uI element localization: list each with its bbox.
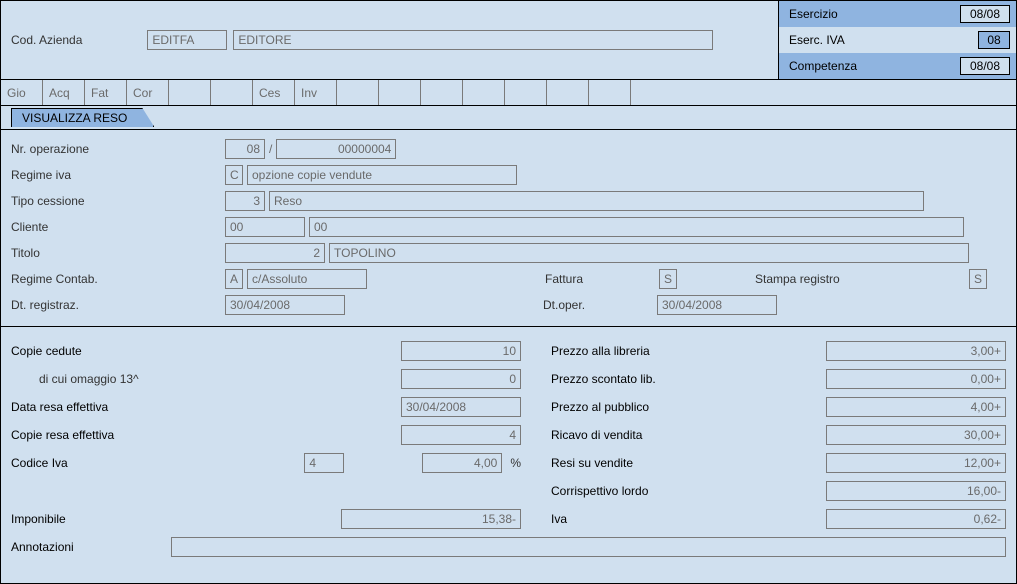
dt-reg-label: Dt. registraz.	[11, 298, 221, 312]
regime-contab-desc-input[interactable]: c/Assoluto	[247, 269, 367, 289]
regime-contab-code-input[interactable]: A	[225, 269, 243, 289]
page-tab-visualizza-reso[interactable]: VISUALIZZA RESO	[11, 108, 154, 127]
tab-empty-1[interactable]	[169, 80, 211, 105]
tab-empty-10[interactable]	[631, 80, 1016, 105]
imponibile-input[interactable]: 15,38-	[341, 509, 521, 529]
titolo-code-input[interactable]: 2	[225, 243, 325, 263]
tab-inv[interactable]: Inv	[295, 80, 337, 105]
regime-iva-desc-input[interactable]: opzione copie vendute	[247, 165, 517, 185]
dt-reg-input[interactable]: 30/04/2008	[225, 295, 345, 315]
annotazioni-label: Annotazioni	[11, 540, 171, 554]
nr-op-b-input[interactable]: 00000004	[276, 139, 396, 159]
prezzo-scontato-input[interactable]: 0,00+	[826, 369, 1006, 389]
eserc-iva-value[interactable]: 08	[978, 31, 1010, 49]
di-cui-omaggio-input[interactable]: 0	[401, 369, 521, 389]
tab-empty-5[interactable]	[421, 80, 463, 105]
nr-op-sep: /	[269, 142, 272, 156]
cliente-b-input[interactable]: 00	[309, 217, 964, 237]
tipo-cessione-desc-input[interactable]: Reso	[269, 191, 924, 211]
esercizio-label: Esercizio	[789, 7, 838, 21]
corrispettivo-lordo-input[interactable]: 16,00-	[826, 481, 1006, 501]
copie-cedute-input[interactable]: 10	[401, 341, 521, 361]
copie-cedute-label: Copie cedute	[11, 344, 291, 358]
regime-contab-label: Regime Contab.	[11, 272, 221, 286]
copie-resa-label: Copie resa effettiva	[11, 428, 291, 442]
titolo-label: Titolo	[11, 246, 221, 260]
stampa-registro-input[interactable]: S	[969, 269, 987, 289]
cliente-a-input[interactable]: 00	[225, 217, 305, 237]
prezzo-pubblico-label: Prezzo al pubblico	[551, 400, 761, 414]
prezzo-pubblico-input[interactable]: 4,00+	[826, 397, 1006, 417]
tab-empty-6[interactable]	[463, 80, 505, 105]
tab-empty-9[interactable]	[589, 80, 631, 105]
fattura-label: Fattura	[545, 272, 655, 286]
annotazioni-input[interactable]	[171, 537, 1006, 557]
dt-oper-input[interactable]: 30/04/2008	[657, 295, 777, 315]
data-resa-label: Data resa effettiva	[11, 400, 291, 414]
nr-op-a-input[interactable]: 08	[225, 139, 265, 159]
corrispettivo-lordo-label: Corrispettivo lordo	[551, 484, 761, 498]
codice-iva-pct-input[interactable]: 4,00	[422, 453, 502, 473]
tab-empty-8[interactable]	[547, 80, 589, 105]
prezzo-libreria-label: Prezzo alla libreria	[551, 344, 761, 358]
tab-gio[interactable]: Gio	[1, 80, 43, 105]
titolo-desc-input[interactable]: TOPOLINO	[329, 243, 969, 263]
ricavo-vendita-input[interactable]: 30,00+	[826, 425, 1006, 445]
tab-empty-3[interactable]	[337, 80, 379, 105]
ricavo-vendita-label: Ricavo di vendita	[551, 428, 761, 442]
iva-input[interactable]: 0,62-	[826, 509, 1006, 529]
data-resa-input[interactable]: 30/04/2008	[401, 397, 521, 417]
azienda-desc-input[interactable]: EDITORE	[233, 30, 713, 50]
tab-cor[interactable]: Cor	[127, 80, 169, 105]
regime-iva-label: Regime iva	[11, 168, 221, 182]
tab-empty-4[interactable]	[379, 80, 421, 105]
top-tabs: Gio Acq Fat Cor Ces Inv	[1, 80, 1016, 106]
cliente-label: Cliente	[11, 220, 221, 234]
competenza-value[interactable]: 08/08	[960, 57, 1010, 75]
prezzo-scontato-label: Prezzo scontato lib.	[551, 372, 761, 386]
pct-suffix: %	[510, 456, 521, 470]
tipo-cessione-label: Tipo cessione	[11, 194, 221, 208]
iva-label: Iva	[551, 512, 761, 526]
regime-iva-code-input[interactable]: C	[225, 165, 243, 185]
resi-su-vendite-label: Resi su vendite	[551, 456, 761, 470]
tipo-cessione-code-input[interactable]: 3	[225, 191, 265, 211]
cod-azienda-input[interactable]: EDITFA	[147, 30, 227, 50]
esercizio-value[interactable]: 08/08	[960, 5, 1010, 23]
codice-iva-label: Codice Iva	[11, 456, 291, 470]
codice-iva-code-input[interactable]: 4	[304, 453, 344, 473]
prezzo-libreria-input[interactable]: 3,00+	[826, 341, 1006, 361]
competenza-label: Competenza	[789, 59, 857, 73]
stampa-registro-label: Stampa registro	[755, 272, 965, 286]
nr-operazione-label: Nr. operazione	[11, 142, 221, 156]
tab-ces[interactable]: Ces	[253, 80, 295, 105]
cod-azienda-label: Cod. Azienda	[11, 33, 82, 47]
eserc-iva-label: Eserc. IVA	[789, 33, 845, 47]
di-cui-omaggio-label: di cui omaggio 13^	[11, 372, 291, 386]
tab-acq[interactable]: Acq	[43, 80, 85, 105]
fattura-input[interactable]: S	[659, 269, 677, 289]
tab-fat[interactable]: Fat	[85, 80, 127, 105]
dt-oper-label: Dt.oper.	[543, 298, 653, 312]
resi-su-vendite-input[interactable]: 12,00+	[826, 453, 1006, 473]
copie-resa-input[interactable]: 4	[401, 425, 521, 445]
imponibile-label: Imponibile	[11, 512, 291, 526]
tab-empty-7[interactable]	[505, 80, 547, 105]
tab-empty-2[interactable]	[211, 80, 253, 105]
